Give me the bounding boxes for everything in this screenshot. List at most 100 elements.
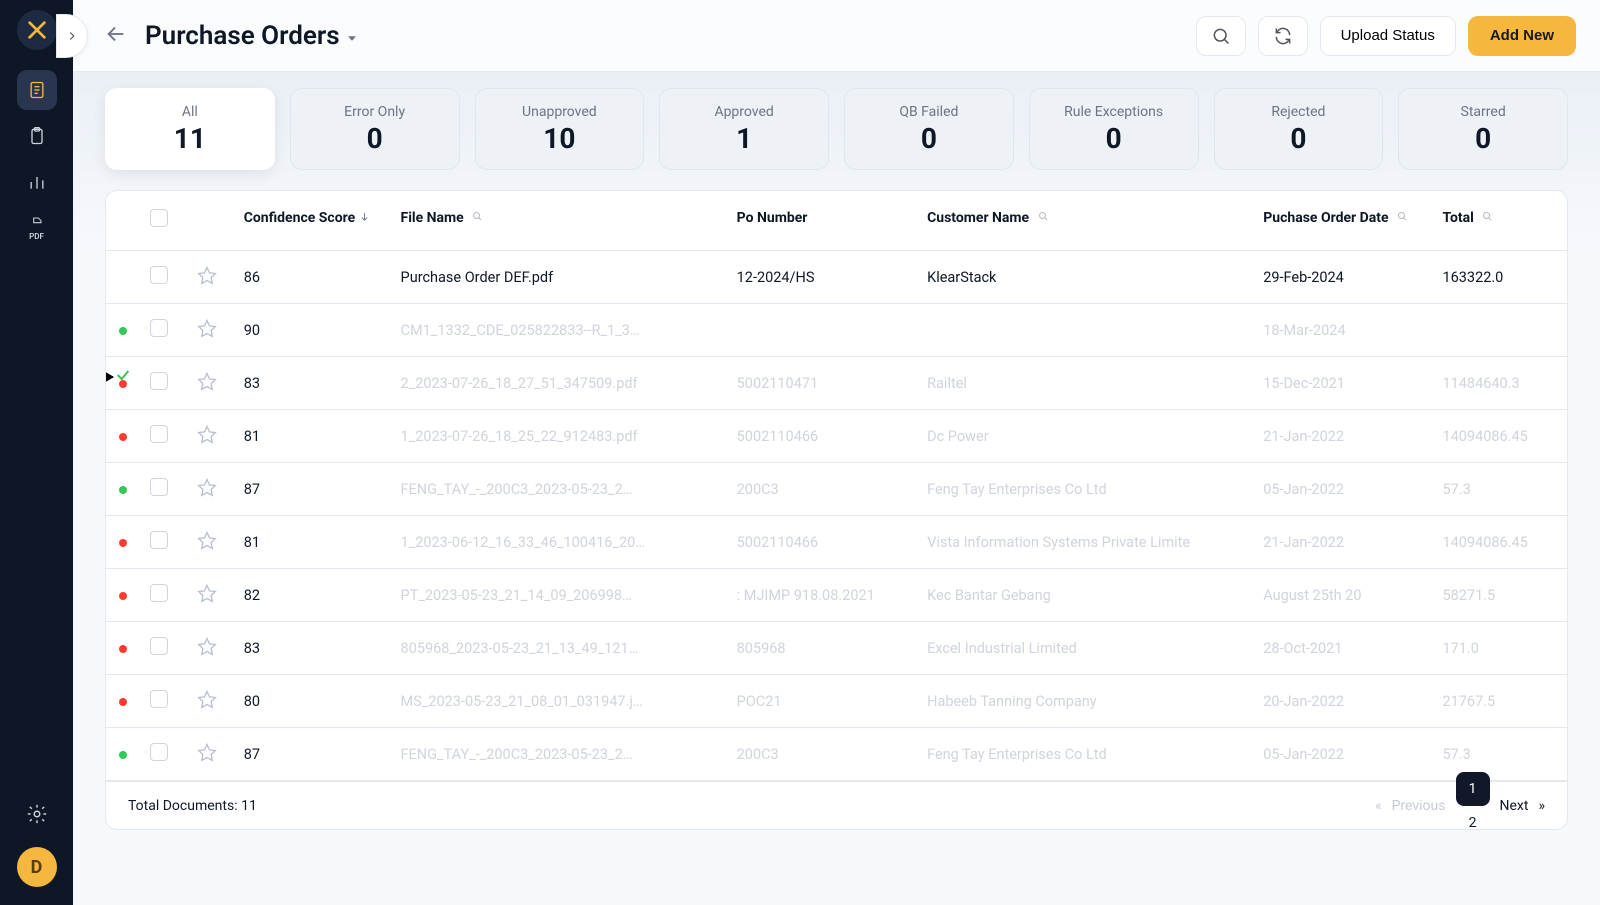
status-dot — [119, 486, 127, 494]
col-score-label: Confidence Score — [244, 210, 355, 226]
cell-customer: KlearStack — [917, 251, 1253, 304]
cell-total: 11484640.3 — [1432, 357, 1567, 410]
back-button[interactable] — [105, 23, 127, 49]
cell-customer: Vista Information Systems Private Limite — [917, 516, 1253, 569]
settings-icon[interactable] — [26, 803, 48, 829]
col-total-label: Total — [1442, 210, 1473, 226]
nav-pdf[interactable]: PDF — [17, 208, 57, 248]
cell-date: 21-Jan-2022 — [1253, 410, 1432, 463]
cell-total: 14094086.45 — [1432, 516, 1567, 569]
filter-card-rejected[interactable]: Rejected0 — [1214, 88, 1384, 170]
filter-card-approved[interactable]: Approved 1 — [659, 88, 829, 170]
table-row[interactable]: 832_2023-07-26_18_27_51_347509.pdf500211… — [106, 357, 1567, 410]
chevron-down-icon — [346, 21, 358, 51]
row-checkbox[interactable] — [150, 266, 168, 284]
col-date[interactable]: Puchase Order Date — [1253, 191, 1432, 251]
row-checkbox[interactable] — [150, 584, 168, 602]
row-checkbox[interactable] — [150, 743, 168, 761]
star-icon[interactable] — [197, 696, 217, 713]
row-checkbox[interactable] — [150, 637, 168, 655]
col-date-label: Puchase Order Date — [1263, 210, 1388, 226]
col-file-label: File Name — [401, 210, 464, 226]
page-title[interactable]: Purchase Orders — [145, 21, 358, 51]
header-bar: Purchase Orders Upload Status Add New — [73, 0, 1600, 72]
cell-total: 58271.5 — [1432, 569, 1567, 622]
row-annotation — [105, 367, 131, 387]
add-new-button[interactable]: Add New — [1468, 16, 1576, 56]
page-first[interactable]: « — [1375, 798, 1382, 814]
star-icon[interactable] — [197, 378, 217, 395]
cell-file: 1_2023-07-26_18_25_22_912483.pdf — [391, 410, 727, 463]
filter-card-unapproved[interactable]: Unapproved10 — [475, 88, 645, 170]
filter-card-label: Approved — [714, 104, 773, 120]
row-checkbox[interactable] — [150, 478, 168, 496]
filter-card-starred[interactable]: Starred0 — [1398, 88, 1568, 170]
refresh-button[interactable] — [1258, 16, 1308, 56]
col-score[interactable]: Confidence Score — [234, 191, 391, 251]
table-row[interactable]: 86Purchase Order DEF.pdf12-2024/HSKlearS… — [106, 251, 1567, 304]
table-row[interactable]: 811_2023-07-26_18_25_22_912483.pdf500211… — [106, 410, 1567, 463]
cell-po: : MJIMP 918.08.2021 — [727, 569, 917, 622]
filter-card-rule-exceptions[interactable]: Rule Exceptions0 — [1029, 88, 1199, 170]
row-checkbox[interactable] — [150, 531, 168, 549]
row-checkbox[interactable] — [150, 425, 168, 443]
upload-status-button[interactable]: Upload Status — [1320, 16, 1456, 56]
nav-analytics[interactable] — [17, 162, 57, 202]
row-checkbox[interactable] — [150, 690, 168, 708]
cell-total: 171.0 — [1432, 622, 1567, 675]
table-row[interactable]: 82PT_2023-05-23_21_14_09_206998…: MJIMP … — [106, 569, 1567, 622]
cell-date: August 25th 20 — [1253, 569, 1432, 622]
filter-card-error-only[interactable]: Error Only0 — [290, 88, 460, 170]
search-icon — [1481, 210, 1493, 226]
page-number[interactable]: 2 — [1456, 806, 1490, 831]
status-dot — [119, 698, 127, 706]
filter-cards-row: All11Error Only0Unapproved10 Approved 1 QB … — [105, 88, 1568, 170]
cell-date: 29-Feb-2024 — [1253, 251, 1432, 304]
filter-card-label: QB Failed — [899, 104, 958, 120]
arrow-icon — [105, 376, 113, 378]
filter-card-label: Starred — [1461, 104, 1506, 120]
nav-clipboard[interactable] — [17, 116, 57, 156]
table-row[interactable]: 87FENG_TAY_-_200C3_2023-05-23_2…200C3Fen… — [106, 463, 1567, 516]
table-row[interactable]: 811_2023-06-12_16_33_46_100416_20…500211… — [106, 516, 1567, 569]
table-row[interactable]: 83805968_2023-05-23_21_13_49_121…805968E… — [106, 622, 1567, 675]
page-prev[interactable]: Previous — [1392, 798, 1446, 814]
star-icon[interactable] — [197, 590, 217, 607]
search-button[interactable] — [1196, 16, 1246, 56]
star-icon[interactable] — [197, 272, 217, 289]
search-icon — [1396, 210, 1408, 226]
page-next[interactable]: Next — [1500, 798, 1529, 814]
cell-po: 5002110466 — [727, 410, 917, 463]
star-icon[interactable] — [197, 749, 217, 766]
cell-date: 28-Oct-2021 — [1253, 622, 1432, 675]
cell-total: 14094086.45 — [1432, 410, 1567, 463]
star-icon[interactable] — [197, 484, 217, 501]
filter-card-qb-failed[interactable]: QB Failed0 — [844, 88, 1014, 170]
table-row[interactable]: 90CM1_1332_CDE_025822833--R_1_3…18-Mar-2… — [106, 304, 1567, 357]
avatar[interactable]: D — [17, 847, 57, 887]
filter-card-value: 1 — [736, 122, 752, 155]
star-icon[interactable] — [197, 325, 217, 342]
status-dot — [119, 327, 127, 335]
col-file[interactable]: File Name — [391, 191, 727, 251]
search-icon — [471, 210, 483, 226]
col-customer[interactable]: Customer Name — [917, 191, 1253, 251]
star-icon[interactable] — [197, 537, 217, 554]
cell-file: 805968_2023-05-23_21_13_49_121… — [391, 622, 727, 675]
col-total[interactable]: Total — [1432, 191, 1567, 251]
page-number[interactable]: 1 — [1456, 772, 1490, 806]
star-icon[interactable] — [197, 643, 217, 660]
cell-customer — [917, 304, 1253, 357]
row-checkbox[interactable] — [150, 372, 168, 390]
cell-file: FENG_TAY_-_200C3_2023-05-23_2… — [391, 463, 727, 516]
page-last[interactable]: » — [1538, 798, 1545, 814]
cell-customer: Excel Industrial Limited — [917, 622, 1253, 675]
select-all-checkbox[interactable] — [150, 209, 168, 227]
nav-documents[interactable] — [17, 70, 57, 110]
star-icon[interactable] — [197, 431, 217, 448]
table-row[interactable]: 80MS_2023-05-23_21_08_01_031947.j…POC21H… — [106, 675, 1567, 728]
row-checkbox[interactable] — [150, 319, 168, 337]
filter-card-all[interactable]: All11 — [105, 88, 275, 170]
col-po[interactable]: Po Number — [727, 191, 917, 251]
table-row[interactable]: 87FENG_TAY_-_200C3_2023-05-23_2…200C3Fen… — [106, 728, 1567, 781]
